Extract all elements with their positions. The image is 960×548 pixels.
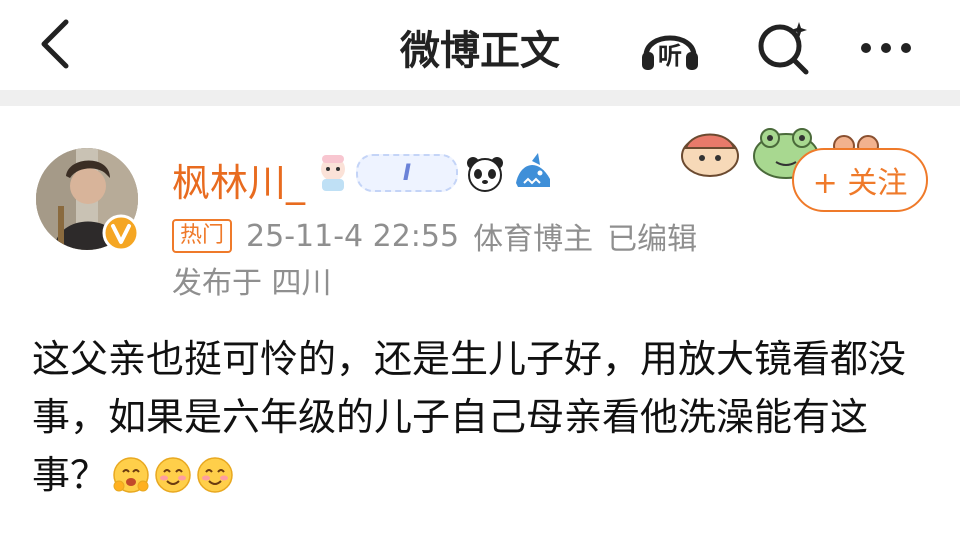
post-content: 这父亲也挺可怜的，还是生儿子好，用放大镜看都没事，如果是六年级的儿子自己母亲看他… bbox=[32, 330, 932, 504]
follow-button[interactable]: + 关注 bbox=[792, 148, 928, 212]
author-category: 体育博主 bbox=[473, 222, 594, 257]
blushing-face-emoji-icon bbox=[113, 457, 149, 493]
section-divider bbox=[0, 90, 960, 106]
post-meta: 热门 25-11-4 22:55 体育博主 已编辑 bbox=[172, 214, 697, 258]
listen-button[interactable]: 听 bbox=[638, 16, 702, 76]
more-button[interactable] bbox=[856, 16, 920, 76]
cartoon-girl-badge-icon bbox=[321, 155, 345, 191]
listen-glyph: 听 bbox=[658, 42, 682, 70]
verified-badge bbox=[102, 214, 140, 252]
search-sparkle-icon bbox=[758, 22, 809, 75]
shark-icon bbox=[516, 153, 550, 187]
more-dots-icon bbox=[861, 43, 911, 53]
page-title: 微博正文 bbox=[400, 28, 560, 74]
verified-v-badge-icon bbox=[102, 214, 140, 252]
edited-label[interactable]: 已编辑 bbox=[607, 214, 697, 258]
headphone-listen-icon: 听 bbox=[642, 35, 698, 70]
top-bar: 微博正文 听 bbox=[0, 0, 960, 90]
hot-tag[interactable]: 热门 bbox=[172, 219, 233, 253]
post-timestamp: 25-11-4 22:55 bbox=[246, 218, 460, 254]
user-level-badge: I bbox=[356, 154, 458, 192]
user-badges: I bbox=[316, 152, 554, 194]
panda-icon bbox=[467, 157, 503, 192]
search-button[interactable] bbox=[752, 16, 816, 76]
username[interactable]: 枫林川_ bbox=[172, 152, 305, 207]
smiling-face-emoji-icon bbox=[155, 457, 191, 493]
smiling-face-emoji-icon bbox=[197, 457, 233, 493]
post-location: 发布于 四川 bbox=[172, 266, 332, 301]
